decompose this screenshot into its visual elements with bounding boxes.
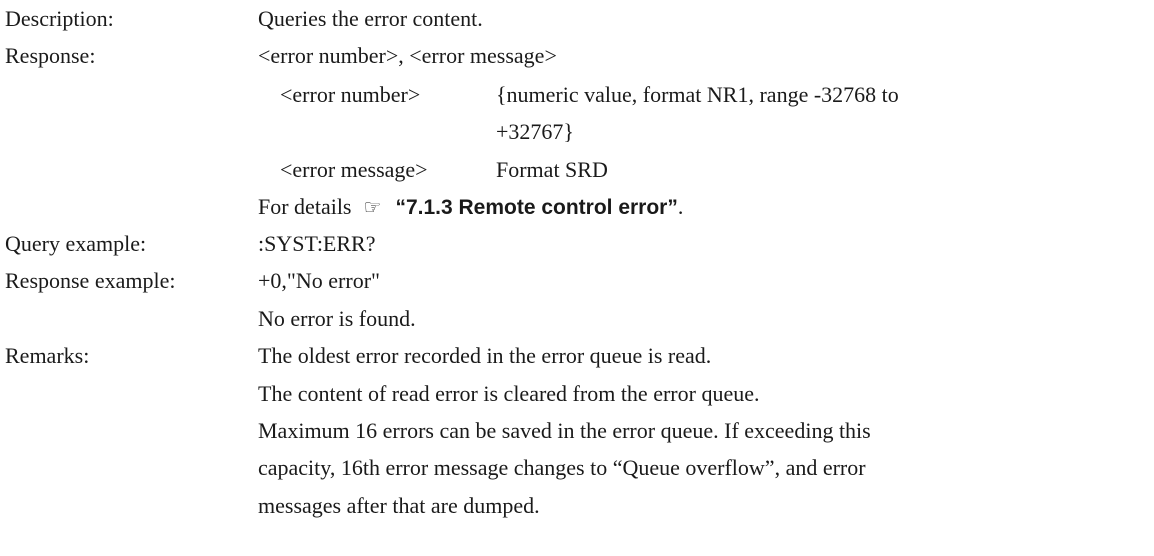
response-text: <error number>, <error message> bbox=[258, 43, 557, 68]
query-example-text: :SYST:ERR? bbox=[258, 231, 376, 256]
pointing-hand-icon: ☞ bbox=[363, 195, 382, 219]
response-example-note: No error is found. bbox=[258, 306, 416, 331]
remarks-line: messages after that are dumped. bbox=[258, 493, 540, 518]
error-number-desc-line2: +32767} bbox=[496, 119, 574, 144]
details-reference: For details ☞ “7.1.3 Remote control error”… bbox=[258, 194, 684, 219]
error-number-param: <error number> bbox=[280, 82, 421, 107]
description-label: Description: bbox=[5, 6, 114, 31]
details-prefix: For details bbox=[258, 194, 352, 219]
remarks-line: The content of read error is cleared fro… bbox=[258, 381, 760, 406]
description-text: Queries the error content. bbox=[258, 6, 483, 31]
remarks-label: Remarks: bbox=[5, 343, 90, 368]
remarks-line: The oldest error recorded in the error q… bbox=[258, 343, 712, 368]
details-suffix: . bbox=[677, 194, 684, 219]
remarks-line: capacity, 16th error message changes to … bbox=[258, 455, 866, 480]
error-message-param: <error message> bbox=[280, 157, 428, 182]
query-example-label: Query example: bbox=[5, 231, 147, 256]
response-example-text: +0,"No error" bbox=[258, 268, 380, 293]
details-link[interactable]: “7.1.3 Remote control error” bbox=[395, 196, 677, 219]
response-example-label: Response example: bbox=[5, 268, 176, 293]
error-number-desc-line1: {numeric value, format NR1, range -32768… bbox=[496, 82, 899, 107]
response-label: Response: bbox=[5, 43, 96, 68]
remarks-line: Maximum 16 errors can be saved in the er… bbox=[258, 418, 871, 443]
error-message-desc: Format SRD bbox=[496, 157, 608, 182]
